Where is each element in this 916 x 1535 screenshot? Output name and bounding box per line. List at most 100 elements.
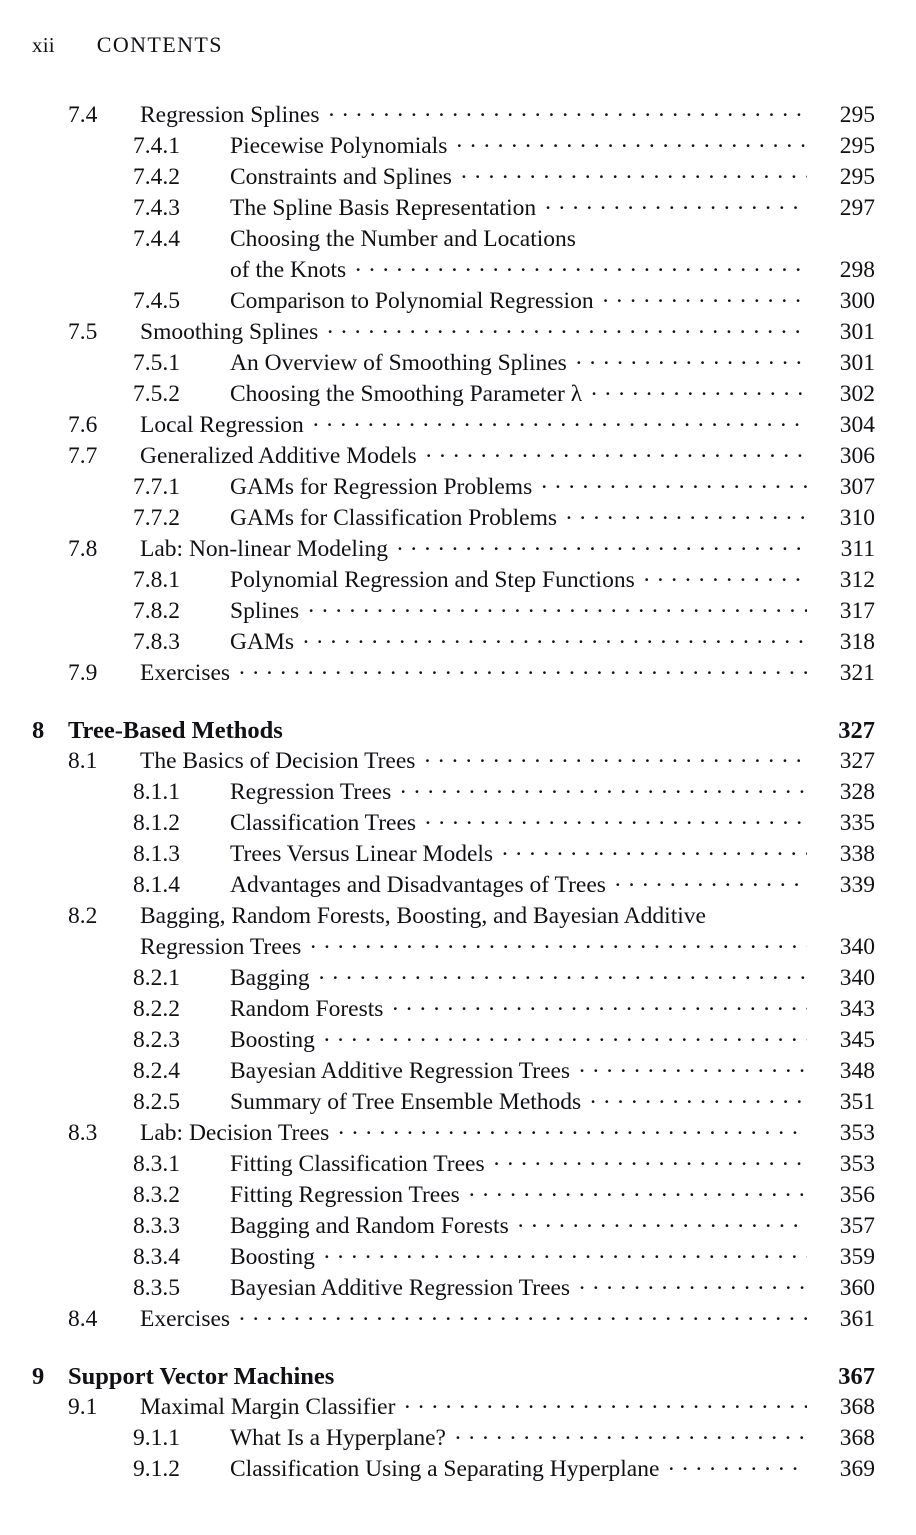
subsection-number: 8.3.3 [133,1212,180,1239]
toc-subsection-row[interactable]: 8.1.4 Advantages and Disadvantages of Tre… [0,868,916,899]
section-number: 7.5 [68,318,98,345]
dot-leader [404,1390,807,1414]
dot-leader [590,1085,807,1109]
toc-subsection-row[interactable]: 8.1.2 Classification Trees 335 [0,806,916,837]
entry-title: Fitting Classification Trees [230,1150,485,1177]
page-number: 312 [839,566,875,593]
section-number: 7.4 [68,101,98,128]
page-number: 298 [839,256,875,283]
chapter-number: 8 [32,716,45,744]
toc-subsection-row[interactable]: 7.8.1 Polynomial Regression and Step Func… [0,563,916,594]
dot-leader [324,1240,807,1264]
page-number: 353 [839,1119,875,1146]
entry-title: An Overview of Smoothing Splines [230,349,567,376]
entry-title: Constraints and Splines [230,163,452,190]
subsection-number: 8.1.1 [133,778,180,805]
dot-leader [579,1054,807,1078]
toc-subsection-row[interactable]: 8.2.4 Bayesian Additive Regression Trees 3… [0,1054,916,1085]
toc-section-row[interactable]: 7.4 Regression Splines 295 [0,98,916,129]
subsection-number: 7.8.3 [133,628,180,655]
toc-section-row[interactable]: 8.2 Bagging, Random Forests, Boosting, an… [0,899,916,930]
entry-title: GAMs for Classification Problems [230,504,558,531]
page-number: 302 [839,380,875,407]
toc-subsection-row[interactable]: 8.2.1 Bagging 340 [0,961,916,992]
subsection-number: 7.8.2 [133,597,180,624]
entry-title: Splines [230,597,300,624]
subsection-number: 8.1.4 [133,871,180,898]
toc-subsection-row[interactable]: 8.3.1 Fitting Classification Trees 353 [0,1147,916,1178]
subsection-number: 7.4.3 [133,194,180,221]
subsection-number: 7.5.2 [133,380,180,407]
toc-subsection-row[interactable]: 7.5.1 An Overview of Smoothing Splines 301 [0,346,916,377]
dot-leader [668,1452,807,1476]
toc-subsection-row[interactable]: 7.4.1 Piecewise Polynomials 295 [0,129,916,160]
dot-leader [324,1023,807,1047]
toc-section-row[interactable]: 8.4 Exercises 361 [0,1302,916,1333]
toc-subsection-row[interactable]: 7.7.2 GAMs for Classification Problems 310 [0,501,916,532]
page-number: 306 [839,442,875,469]
page-number: 327 [839,747,875,774]
subsection-number: 7.4.5 [133,287,180,314]
toc-subsection-row[interactable]: 9.1.2 Classification Using a Separating H… [0,1452,916,1483]
toc-section-row[interactable]: 8.3 Lab: Decision Trees 353 [0,1116,916,1147]
toc-subsection-row[interactable]: 8.1.1 Regression Trees 328 [0,775,916,806]
page-number: 295 [839,132,875,159]
subsection-number: 7.8.1 [133,566,180,593]
section-number: 7.6 [68,411,98,438]
chapter-title: Tree-Based Methods [68,716,283,744]
toc-subsection-row[interactable]: 7.7.1 GAMs for Regression Problems 307 [0,470,916,501]
dot-leader [397,532,807,556]
subsection-number: 8.2.5 [133,1088,180,1115]
toc-subsection-row[interactable]: 8.2.5 Summary of Tree Ensemble Methods 351 [0,1085,916,1116]
section-number: 7.8 [68,535,98,562]
toc-section-row[interactable]: 7.9 Exercises 321 [0,656,916,687]
toc-chapter-row[interactable]: 9 Support Vector Machines 367 [0,1359,916,1390]
toc-section-row[interactable]: 7.7 Generalized Additive Models 306 [0,439,916,470]
toc-section-row[interactable]: 7.8 Lab: Non-linear Modeling 311 [0,532,916,563]
entry-title: Regression Splines [140,101,320,128]
toc-section-row[interactable]: 8.1 The Basics of Decision Trees 327 [0,744,916,775]
chapter-title: Support Vector Machines [68,1362,335,1390]
section-number: 7.9 [68,659,98,686]
toc-subsection-row[interactable]: 7.4.4 Choosing the Number and Locations [0,222,916,253]
toc-section-row[interactable]: 7.6 Local Regression 304 [0,408,916,439]
section-number: 8.2 [68,902,98,929]
dot-leader [355,253,807,277]
toc-subsection-row[interactable]: 8.2.3 Boosting 345 [0,1023,916,1054]
toc-subsection-row[interactable]: 7.8.3 GAMs 318 [0,625,916,656]
toc-chapter-row[interactable]: 8 Tree-Based Methods 327 [0,713,916,744]
subsection-number: 8.3.4 [133,1243,180,1270]
entry-title: Regression Trees [230,778,392,805]
toc-subsection-row[interactable]: 7.4.3 The Spline Basis Representation 297 [0,191,916,222]
chapter-gap [0,687,916,713]
subsection-number: 7.5.1 [133,349,180,376]
subsection-number: 9.1.2 [133,1455,180,1482]
entry-title: Choosing the Number and Locations [230,225,576,252]
toc-section-row[interactable]: 7.5 Smoothing Splines 301 [0,315,916,346]
entry-title: GAMs for Regression Problems [230,473,533,500]
toc-subsection-row[interactable]: 8.3.2 Fitting Regression Trees 356 [0,1178,916,1209]
dot-leader [310,930,807,954]
toc-subsection-row[interactable]: 8.3.4 Boosting 359 [0,1240,916,1271]
toc-subsection-row[interactable]: 8.3.5 Bayesian Additive Regression Trees 3… [0,1271,916,1302]
toc-subsection-row[interactable]: 8.2.2 Random Forests 343 [0,992,916,1023]
toc-continuation-row[interactable]: Regression Trees 340 [0,930,916,961]
entry-title: Bagging [230,964,310,991]
toc-subsection-row[interactable]: 7.5.2 Choosing the Smoothing Parameter λ 3… [0,377,916,408]
page-number: 369 [839,1455,875,1482]
toc-subsection-row[interactable]: 7.4.2 Constraints and Splines 295 [0,160,916,191]
toc-continuation-row[interactable]: of the Knots 298 [0,253,916,284]
toc-subsection-row[interactable]: 7.8.2 Splines 317 [0,594,916,625]
toc-subsection-row[interactable]: 9.1.1 What Is a Hyperplane? 368 [0,1421,916,1452]
subsection-number: 7.4.1 [133,132,180,159]
dot-leader [283,713,807,738]
dot-leader [308,594,807,618]
toc-subsection-row[interactable]: 8.1.3 Trees Versus Linear Models 338 [0,837,916,868]
toc-subsection-row[interactable]: 8.3.3 Bagging and Random Forests 357 [0,1209,916,1240]
page-folio: xii [32,33,55,57]
dot-leader [615,868,807,892]
toc-section-row[interactable]: 9.1 Maximal Margin Classifier 368 [0,1390,916,1421]
section-number: 7.7 [68,442,98,469]
entry-title: Bayesian Additive Regression Trees [230,1057,571,1084]
toc-subsection-row[interactable]: 7.4.5 Comparison to Polynomial Regression… [0,284,916,315]
